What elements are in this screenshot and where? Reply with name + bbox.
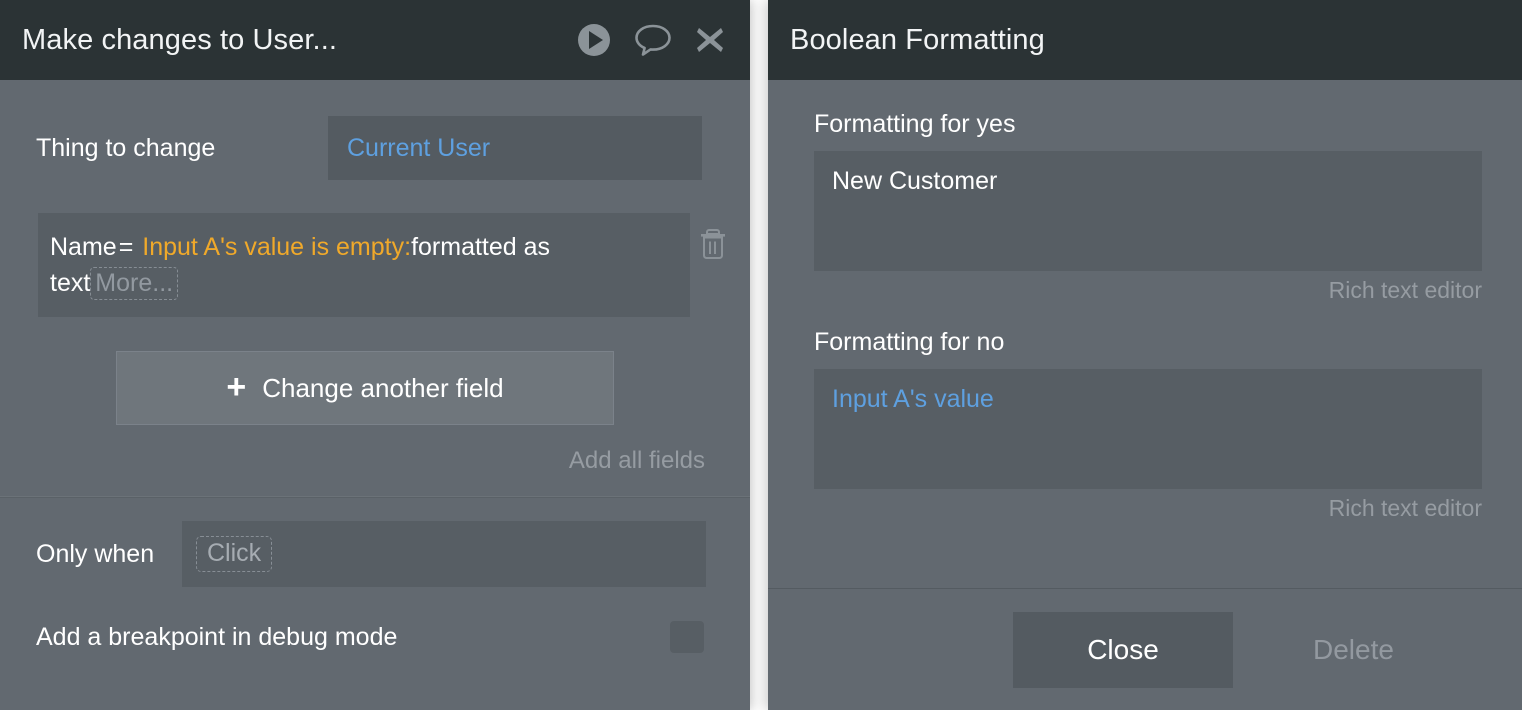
- plus-icon: +: [226, 376, 246, 400]
- field-operator: =: [117, 233, 136, 261]
- formatting-sections: Formatting for yes New Customer Rich tex…: [768, 80, 1522, 522]
- header-icon-group: [576, 22, 726, 58]
- thing-to-change-row: Thing to change Current User: [0, 80, 750, 180]
- formatting-no-value: Input A's value: [832, 385, 994, 413]
- run-icon[interactable]: [576, 22, 612, 58]
- right-panel-header: Boolean Formatting: [768, 0, 1522, 80]
- formatting-no-editor[interactable]: Input A's value: [814, 369, 1482, 489]
- boolean-formatting-title: Boolean Formatting: [790, 24, 1498, 57]
- only-when-row: Only when Click: [0, 498, 750, 587]
- formatting-no-section: Formatting for no Input A's value Rich t…: [814, 328, 1482, 522]
- delete-button[interactable]: Delete: [1313, 634, 1394, 666]
- formatting-yes-section: Formatting for yes New Customer Rich tex…: [814, 110, 1482, 304]
- thing-to-change-value: Current User: [347, 134, 490, 163]
- thing-to-change-dropdown[interactable]: Current User: [328, 116, 702, 180]
- section-spacer: [814, 304, 1482, 328]
- close-icon[interactable]: [694, 24, 726, 56]
- field-change-row-wrap: Name= Input A's value is empty:formatted…: [38, 213, 728, 317]
- thing-to-change-label: Thing to change: [36, 134, 328, 163]
- boolean-formatting-dialog: Boolean Formatting Formatting for yes Ne…: [768, 0, 1522, 710]
- only-when-label: Only when: [36, 540, 182, 569]
- breakpoint-checkbox[interactable]: [670, 621, 704, 653]
- right-panel-footer: Close Delete: [768, 588, 1522, 710]
- change-another-field-label: Change another field: [262, 373, 503, 404]
- fields-section: Thing to change Current User Name= Input…: [0, 80, 750, 475]
- formatting-yes-caption: Rich text editor: [814, 271, 1482, 304]
- field-name: Name: [50, 233, 117, 261]
- left-panel-body: Thing to change Current User Name= Input…: [0, 80, 750, 710]
- only-when-input[interactable]: Click: [182, 521, 706, 587]
- change-another-field-button[interactable]: + Change another field: [116, 351, 614, 425]
- page-title: Make changes to User...: [22, 24, 576, 57]
- field-more-link[interactable]: More...: [90, 267, 178, 300]
- trash-icon[interactable]: [698, 227, 728, 261]
- left-panel-header: Make changes to User...: [0, 0, 750, 80]
- add-all-fields-link[interactable]: Add all fields: [0, 425, 750, 475]
- formatting-no-caption: Rich text editor: [814, 489, 1482, 522]
- breakpoint-label: Add a breakpoint in debug mode: [36, 623, 670, 652]
- close-button[interactable]: Close: [1013, 612, 1233, 688]
- breakpoint-row: Add a breakpoint in debug mode: [0, 587, 704, 653]
- right-panel-body: Formatting for yes New Customer Rich tex…: [768, 80, 1522, 710]
- formatting-yes-label: Formatting for yes: [814, 110, 1482, 139]
- formatting-yes-value: New Customer: [832, 167, 997, 195]
- field-change-row[interactable]: Name= Input A's value is empty:formatted…: [38, 213, 690, 317]
- only-when-placeholder[interactable]: Click: [196, 536, 272, 572]
- formatting-yes-editor[interactable]: New Customer: [814, 151, 1482, 271]
- field-dynamic-expression: Input A's value is empty:: [142, 233, 411, 261]
- formatting-no-label: Formatting for no: [814, 328, 1482, 357]
- field-change-expression: Name= Input A's value is empty:formatted…: [50, 233, 550, 300]
- comment-icon[interactable]: [634, 23, 672, 57]
- make-changes-to-user-dialog: Make changes to User...: [0, 0, 750, 710]
